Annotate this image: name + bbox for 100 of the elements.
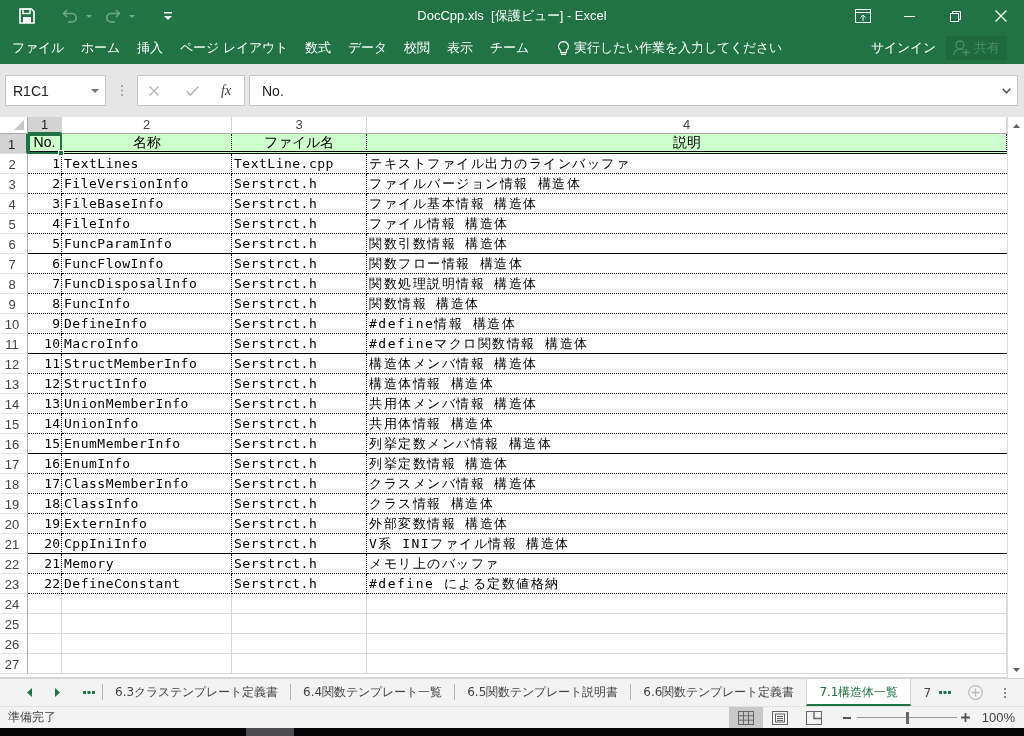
table-cell: 16 — [28, 454, 62, 474]
table-cell: TextLine.cpp — [232, 154, 367, 174]
table-cell: Serstrct.h — [232, 294, 367, 314]
chevron-down-icon[interactable] — [1002, 87, 1011, 94]
row-header[interactable]: 4 — [0, 194, 28, 214]
row-header[interactable]: 16 — [0, 434, 28, 454]
zoom-percent[interactable]: 100% — [981, 710, 1015, 725]
row-header[interactable]: 19 — [0, 494, 28, 514]
table-cell: 2 — [28, 174, 62, 194]
plus-icon[interactable] — [960, 713, 970, 722]
row-header[interactable]: 5 — [0, 214, 28, 234]
table-cell: UnionMemberInfo — [62, 394, 232, 414]
ellipsis-icon[interactable] — [939, 691, 952, 694]
ribbon-tab[interactable]: 校閲 — [404, 39, 430, 57]
dropdown-caret-icon[interactable] — [91, 88, 99, 93]
table-cell: 共用体情報 構造体 — [367, 414, 1007, 434]
up-triangle-icon[interactable] — [1012, 124, 1020, 128]
row-header[interactable]: 2 — [0, 154, 28, 174]
table-cell: 17 — [28, 474, 62, 494]
row-header[interactable]: 22 — [0, 554, 28, 574]
zoom-slider-thumb[interactable] — [905, 711, 909, 724]
customize-menu-icon[interactable] — [164, 12, 172, 20]
fill-handle[interactable] — [58, 150, 64, 156]
sheet-tab[interactable]: 7.1構造体一覧 — [806, 679, 912, 706]
ribbon-tab[interactable]: チーム — [490, 39, 529, 57]
row-header[interactable]: 24 — [0, 594, 28, 614]
ribbon-tab[interactable]: 挿入 — [137, 39, 163, 57]
header-cell: ファイル名 — [232, 134, 367, 154]
box-arrow-up-icon[interactable] — [855, 9, 871, 23]
sheet-tab[interactable]: 6.4関数テンプレート一覧 — [291, 679, 455, 706]
table-cell: ファイル情報 構造体 — [367, 214, 1007, 234]
column-header[interactable]: 1 — [28, 117, 62, 134]
right-triangle-icon[interactable] — [55, 688, 60, 697]
checkmark-icon[interactable] — [186, 85, 199, 96]
row-header[interactable]: 23 — [0, 574, 28, 594]
table-cell: Serstrct.h — [232, 214, 367, 234]
minus-icon[interactable] — [842, 716, 851, 719]
row-header[interactable]: 6 — [0, 234, 28, 254]
table-cell: #defineマクロ関数情報 構造体 — [367, 334, 1007, 354]
ribbon-tab[interactable]: ホーム — [81, 39, 120, 57]
tell-me-box[interactable]: 実行したい作業を入力してください — [558, 39, 782, 57]
table-cell: EnumInfo — [62, 454, 232, 474]
ellipsis-icon[interactable] — [83, 691, 95, 694]
row-header[interactable]: 26 — [0, 634, 28, 654]
down-triangle-icon[interactable] — [1012, 668, 1020, 672]
normal-view-button[interactable] — [728, 707, 763, 728]
table-cell: 列挙定数情報 構造体 — [367, 454, 1007, 474]
sheet-tab[interactable]: 6.5関数テンプレート説明書 — [455, 679, 631, 706]
row-header[interactable]: 1 — [0, 134, 28, 154]
sign-in-link[interactable]: サインイン — [871, 39, 936, 57]
ribbon-tab[interactable]: ファイル — [12, 39, 64, 57]
ribbon-tab[interactable]: データ — [348, 39, 387, 57]
sheet-tab[interactable]: 6.6関数テンプレート定義書 — [631, 679, 807, 706]
row-header[interactable]: 11 — [0, 334, 28, 354]
row-header[interactable]: 8 — [0, 274, 28, 294]
row-header[interactable]: 15 — [0, 414, 28, 434]
save-icon[interactable] — [19, 8, 35, 24]
table-cell: DefineInfo — [62, 314, 232, 334]
table-cell: ファイル基本情報 構造体 — [367, 194, 1007, 214]
table-cell: 11 — [28, 354, 62, 374]
ribbon-tab[interactable]: 表示 — [447, 39, 473, 57]
row-header[interactable]: 20 — [0, 514, 28, 534]
left-triangle-icon[interactable] — [27, 688, 32, 697]
row-header[interactable]: 18 — [0, 474, 28, 494]
table-cell: FuncDisposalInfo — [62, 274, 232, 294]
table-cell: 関数フロー情報 構造体 — [367, 254, 1007, 274]
insert-function-button[interactable]: fx — [221, 82, 232, 99]
row-header[interactable]: 9 — [0, 294, 28, 314]
minimize-icon[interactable] — [903, 15, 915, 17]
table-cell: 10 — [28, 334, 62, 354]
column-header[interactable]: 4 — [367, 117, 1007, 134]
column-header[interactable]: 2 — [62, 117, 232, 134]
table-cell: ファイルバージョン情報 構造体 — [367, 174, 1007, 194]
table-cell: 9 — [28, 314, 62, 334]
row-header[interactable]: 25 — [0, 614, 28, 634]
row-header[interactable]: 21 — [0, 534, 28, 554]
row-header[interactable]: 12 — [0, 354, 28, 374]
name-box[interactable]: R1C1 — [5, 75, 106, 106]
vertical-dots-icon[interactable] — [1004, 687, 1007, 698]
row-header[interactable]: 3 — [0, 174, 28, 194]
ribbon-tab[interactable]: 数式 — [305, 39, 331, 57]
formula-input[interactable]: No. — [249, 75, 1018, 106]
row-header[interactable]: 27 — [0, 654, 28, 674]
row-header[interactable]: 14 — [0, 394, 28, 414]
close-icon[interactable] — [995, 10, 1007, 22]
row-header[interactable]: 7 — [0, 254, 28, 274]
sheet-tab[interactable]: 6.3クラステンプレート定義書 — [103, 679, 291, 706]
page-icon — [771, 710, 788, 725]
sheet-tab[interactable]: 7 — [911, 679, 934, 706]
ribbon-tab[interactable]: ページ レイアウト — [180, 39, 288, 57]
column-header[interactable]: 3 — [232, 117, 367, 134]
table-cell: 15 — [28, 434, 62, 454]
table-cell: Serstrct.h — [232, 534, 367, 554]
row-header[interactable]: 10 — [0, 314, 28, 334]
row-header[interactable]: 17 — [0, 454, 28, 474]
table-cell: Serstrct.h — [232, 374, 367, 394]
restore-icon[interactable] — [949, 10, 961, 22]
row-header[interactable]: 13 — [0, 374, 28, 394]
table-cell: 18 — [28, 494, 62, 514]
table-cell: Serstrct.h — [232, 514, 367, 534]
